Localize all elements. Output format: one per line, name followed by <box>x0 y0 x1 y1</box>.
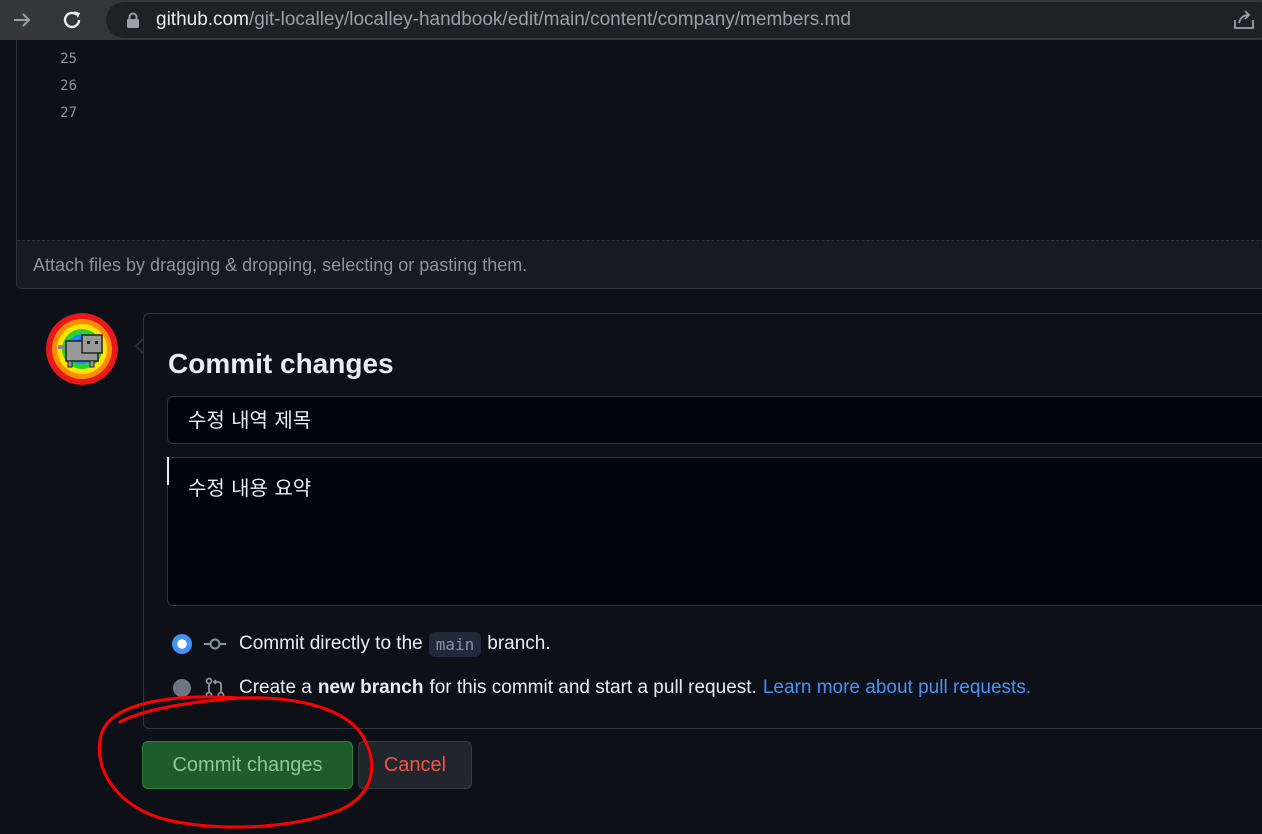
forward-arrow-icon[interactable] <box>8 6 36 34</box>
branch-name: main <box>428 631 482 657</box>
radio-commit-directly[interactable] <box>173 635 191 653</box>
red-circle-annotation <box>97 695 374 829</box>
option-direct-suffix: branch. <box>487 633 551 654</box>
commit-heading: Commit changes <box>168 348 394 379</box>
avatar[interactable] <box>46 313 118 385</box>
commit-title-input[interactable]: 수정 내역 제목 <box>167 396 1262 444</box>
git-commit-icon <box>203 632 227 656</box>
url-path: /git-localley/localley-handbook/edit/mai… <box>248 9 851 30</box>
line-number-gutter: 25 26 27 <box>17 48 77 129</box>
browser-toolbar: github.com/git-localley/localley-handboo… <box>0 0 1262 40</box>
option-new-suffix: for this commit and start a pull request… <box>429 677 757 698</box>
address-bar[interactable]: github.com/git-localley/localley-handboo… <box>106 2 1262 38</box>
line-number: 26 <box>60 78 77 94</box>
option-direct-prefix: Commit directly to the <box>239 633 423 654</box>
lock-icon <box>126 12 140 34</box>
line-number: 27 <box>60 105 77 121</box>
attach-files-dropzone[interactable]: Attach files by dragging & dropping, sel… <box>17 240 1262 288</box>
line-number: 25 <box>60 51 77 67</box>
reload-icon[interactable] <box>58 6 86 34</box>
share-icon[interactable] <box>1232 8 1256 35</box>
url-host: github.com <box>156 9 249 30</box>
file-editor[interactable]: 25 26 27 Attach files by dragging & drop… <box>16 40 1262 289</box>
learn-more-pull-requests-link[interactable]: Learn more about pull requests. <box>763 677 1031 699</box>
commit-description-textarea[interactable]: 수정 내용 요약 <box>167 457 1262 606</box>
text-cursor <box>167 457 169 485</box>
option-commit-directly[interactable]: Commit directly to the main branch. <box>173 630 551 658</box>
url-text: github.com/git-localley/localley-handboo… <box>156 10 851 30</box>
commit-form: Commit changes 수정 내역 제목 수정 내용 요약 Commit … <box>143 313 1262 729</box>
